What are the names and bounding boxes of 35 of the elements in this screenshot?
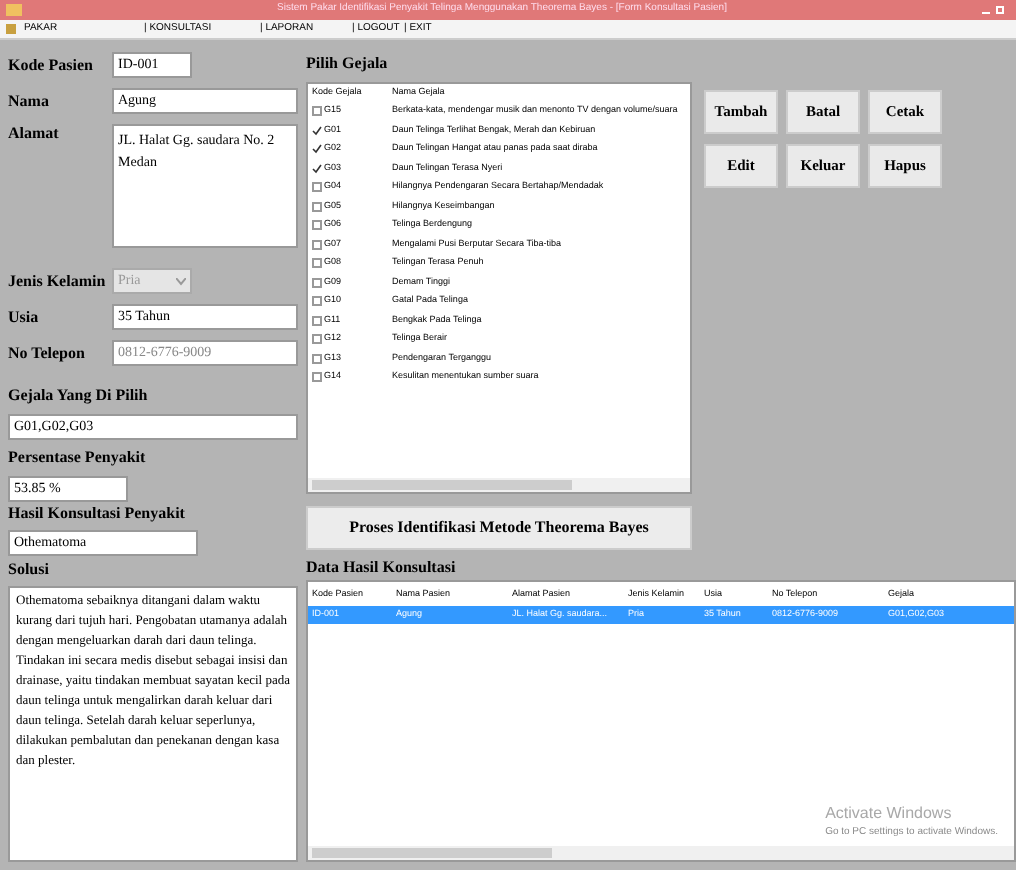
chevron-icon [176,277,186,285]
horizontal-scrollbar[interactable] [308,478,690,492]
checkbox[interactable] [312,144,322,155]
checkbox[interactable] [312,334,322,345]
checkbox[interactable] [312,277,322,288]
field-label: Jenis Kelamin [8,271,108,291]
section-label: Data Hasil Konsultasi [306,556,458,580]
section-label: Solusi [8,558,51,582]
checkbox[interactable] [312,258,322,269]
checkbox[interactable] [312,239,322,250]
notice-title: Activate Windows [825,801,954,825]
checkbox[interactable] [312,315,322,326]
checkbox[interactable] [312,201,322,212]
checkbox[interactable] [312,372,322,383]
section-label: Pilih Gejala [306,52,390,76]
field-label: No Telepon [8,343,87,363]
field-label: Alamat [8,124,61,144]
app-icon [6,4,22,16]
menu-icon [6,24,16,34]
checkbox[interactable] [312,125,322,136]
field-label: Usia [8,307,41,327]
checkbox[interactable] [312,220,322,231]
field-label: Nama [8,91,51,111]
checkbox[interactable] [312,353,322,364]
checkbox[interactable] [312,182,322,193]
checkbox[interactable] [312,163,322,174]
horizontal-scrollbar[interactable] [308,846,1014,860]
window-controls-icon[interactable] [982,5,1010,15]
process-button[interactable]: Proses Identifikasi Metode Theorema Bayes [306,506,692,550]
section-label: Hasil Konsultasi Penyakit [8,502,187,526]
field-label: Kode Pasien [8,55,95,75]
checkbox[interactable] [312,296,322,307]
section-label: Persentase Penyakit [8,446,148,470]
section-label: Gejala Yang Di Pilih [8,384,150,408]
checkbox[interactable] [312,106,322,117]
